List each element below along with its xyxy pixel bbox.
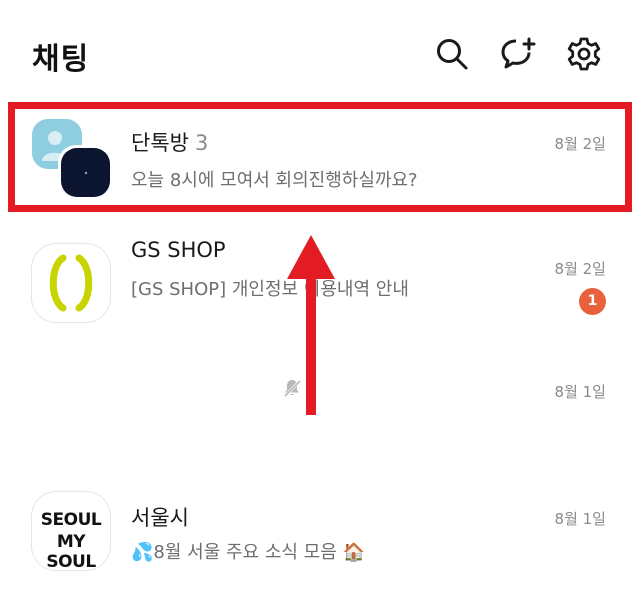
highlight-box [8,102,632,212]
chat-name: 서울시 [131,506,189,530]
chat-item-seoul[interactable]: SEOUL MY SOUL 서울시 💦8월 서울 주요 소식 모음 🏠 8월 1… [0,480,636,590]
seoul-avatar: SEOUL MY SOUL [32,492,110,570]
gs-shop-logo [49,254,93,312]
unread-badge: 1 [579,288,606,315]
settings-icon[interactable] [566,36,602,72]
chat-time: 8월 2일 [554,260,606,278]
chat-preview: 💦8월 서울 주요 소식 모음 🏠 [131,542,365,563]
chat-preview: [GS SHOP] 개인정보 이용내역 안내 [131,279,409,300]
chat-name: GS SHOP [131,238,226,262]
header: 채팅 [0,0,636,100]
gs-shop-avatar [32,244,110,322]
seoul-logo-line2: MY SOUL [46,532,96,570]
search-icon[interactable] [434,36,470,72]
chat-time: 8월 1일 [554,510,606,528]
red-arrow-annotation [287,235,335,415]
seoul-logo-line1: SEOUL [40,510,102,530]
chat-time: 8월 1일 [554,383,606,401]
page-title: 채팅 [32,42,90,77]
new-chat-icon[interactable] [500,36,536,72]
